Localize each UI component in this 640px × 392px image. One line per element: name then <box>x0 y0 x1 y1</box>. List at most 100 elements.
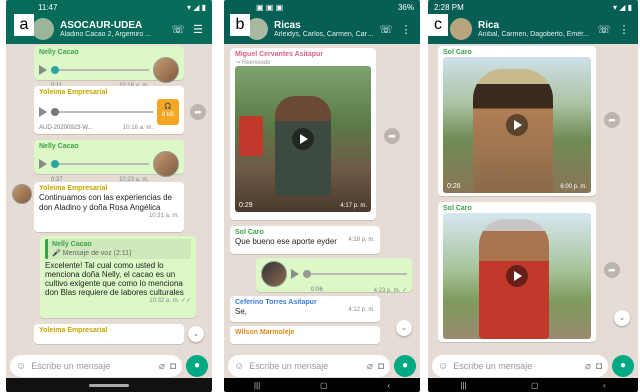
sender-name: Sol Caro <box>443 205 472 212</box>
recents-button[interactable]: ||| <box>254 381 260 390</box>
audio-file-message: Yoleima Empresarial 🎧 8 kB AUD-20200923-W… <box>34 86 184 134</box>
menu-icon[interactable]: ☰ <box>190 23 206 36</box>
audio-track[interactable] <box>303 270 407 278</box>
recents-button[interactable]: ||| <box>460 381 466 390</box>
emoji-icon[interactable]: ☺ <box>438 361 448 372</box>
video-thumbnail[interactable]: 0:26 6:00 p. m. <box>443 57 591 193</box>
message-input[interactable]: ☺ Escribe un mensaje ⌀ ◘ <box>228 355 390 377</box>
chat-area[interactable]: Miguel Cervantes Asitapur ↪ Reenviado 0:… <box>224 44 420 352</box>
group-avatar[interactable] <box>32 18 54 40</box>
play-icon[interactable] <box>39 159 47 169</box>
chat-title: Ricas <box>274 20 301 31</box>
group-avatar[interactable] <box>450 18 472 40</box>
play-video-icon[interactable] <box>292 128 314 150</box>
play-video-icon[interactable] <box>506 265 528 287</box>
video-message: Sol Caro <box>438 202 596 342</box>
panel-b: b ▣ ▣ ▣ 36% Ricas Arleidys, Carlos, Carm… <box>224 0 420 392</box>
panel-label-a: a <box>14 14 34 36</box>
attach-icon[interactable]: ⌀ <box>367 361 373 372</box>
sender-name: Nelly Cacao <box>39 49 79 56</box>
scroll-down-button[interactable]: ⌄ <box>614 310 630 326</box>
play-icon[interactable] <box>291 269 299 279</box>
scroll-down-button[interactable]: ⌄ <box>396 320 412 336</box>
chat-header[interactable]: Ricas Arleidys, Carlos, Carmen, Carmen..… <box>224 14 420 44</box>
chat-header[interactable]: Rica Anibal, Carmen, Dagoberto, Emér... … <box>428 14 638 44</box>
back-button[interactable]: ‹ <box>387 381 390 390</box>
forward-icon[interactable]: ➦ <box>190 104 206 120</box>
mic-button[interactable]: ● <box>186 355 208 377</box>
attach-icon[interactable]: ⌀ <box>159 361 165 372</box>
status-bar: 2:28 PM ▾ ◢ ▮ <box>428 0 638 14</box>
forward-icon[interactable]: ➦ <box>384 128 400 144</box>
mic-button[interactable]: ● <box>612 355 634 377</box>
red-chair <box>239 116 263 156</box>
call-add-icon[interactable]: ☏ <box>378 23 394 36</box>
back-button[interactable]: ‹ <box>603 381 606 390</box>
seek-handle[interactable] <box>51 160 59 168</box>
seek-handle[interactable] <box>51 66 59 74</box>
play-icon[interactable] <box>39 65 47 75</box>
play-icon[interactable] <box>39 107 47 117</box>
message-time: 10:31 a. m. <box>148 213 179 219</box>
quote-text: 🎤 Mensaje de voz (2:11) <box>52 250 132 257</box>
voice-message: 0:06 4:23 p. m. ✓ <box>256 258 412 294</box>
audio-filename: AUD-20200923-W... <box>39 125 93 131</box>
video-message: Sol Caro 0:26 6:00 p. m. <box>438 46 596 196</box>
home-indicator[interactable] <box>89 383 129 387</box>
home-button[interactable]: ▢ <box>531 381 539 390</box>
audio-track[interactable] <box>51 66 149 74</box>
message-text: Que bueno ese aporte eyder <box>235 237 337 246</box>
sender-name: Sol Caro <box>235 229 264 236</box>
quoted-message[interactable]: Nelly Cacao 🎤 Mensaje de voz (2:11) <box>45 239 191 259</box>
forward-icon[interactable]: ➦ <box>604 112 620 128</box>
sender-name: Yoleima Empresarial <box>39 327 108 334</box>
chat-area[interactable]: Nelly Cacao 0:11 10:16 a. m. Yoleima Emp… <box>6 44 212 352</box>
video-thumbnail[interactable] <box>443 213 591 339</box>
system-nav-bar <box>6 378 212 392</box>
chat-title: ASOCAUR-UDEA <box>60 20 143 31</box>
more-options-icon[interactable]: ⋮ <box>616 23 632 36</box>
emoji-icon[interactable]: ☺ <box>16 361 26 372</box>
message-time: 10:16 a. m. <box>122 125 153 131</box>
message-time: 4:19 p. m. <box>348 237 375 243</box>
headphones-icon: 🎧 8 kB <box>157 99 179 125</box>
input-placeholder: Escribe un mensaje <box>31 361 111 371</box>
scroll-down-button[interactable]: ⌄ <box>188 326 204 342</box>
message-input[interactable]: ☺ Escribe un mensaje ⌀ ◘ <box>10 355 182 377</box>
home-button[interactable]: ▢ <box>320 381 328 390</box>
more-options-icon[interactable]: ⋮ <box>398 23 414 36</box>
play-video-icon[interactable] <box>506 114 528 136</box>
voice-message: Nelly Cacao 0:37 10:23 a. m. <box>34 140 184 183</box>
chat-subtitle: Arleidys, Carlos, Carmen, Carmen... <box>274 31 374 38</box>
status-icons: ▣ ▣ ▣ <box>256 2 284 12</box>
sender-name: Yoleima Empresarial <box>39 185 108 192</box>
mic-button[interactable]: ● <box>394 355 416 377</box>
seek-handle[interactable] <box>51 108 59 116</box>
status-icons: ▾ ◢ ▮ <box>612 2 632 12</box>
sender-avatar[interactable] <box>12 184 32 204</box>
chat-area[interactable]: Sol Caro 0:26 6:00 p. m. ➦ Sol Caro ➦ ⌄ <box>428 44 638 352</box>
audio-track[interactable] <box>51 160 149 168</box>
chat-title: Rica <box>478 20 500 31</box>
audio-track[interactable] <box>51 108 153 116</box>
seek-handle[interactable] <box>303 270 311 278</box>
call-icon[interactable]: ☏ <box>170 23 186 36</box>
forward-icon[interactable]: ➦ <box>604 262 620 278</box>
message-input[interactable]: ☺ Escribe un mensaje ⌀ ◘ <box>432 355 608 377</box>
sender-avatar <box>153 151 179 177</box>
camera-icon[interactable]: ◘ <box>378 361 384 372</box>
chat-header[interactable]: ASOCAUR-UDEA Aladino Cacao 2, Argemiro .… <box>6 14 212 44</box>
camera-icon[interactable]: ◘ <box>170 361 176 372</box>
system-nav-bar: ||| ▢ ‹ <box>428 378 638 392</box>
forwarded-label: ↪ Reenviado <box>235 60 271 66</box>
status-bar: 11:47 ▾ ◢ ▮ <box>6 0 212 14</box>
status-time: 11:47 <box>38 2 58 12</box>
video-message: Miguel Cervantes Asitapur ↪ Reenviado 0:… <box>230 48 376 220</box>
video-thumbnail[interactable]: 0:29 4:17 p. m. <box>235 66 371 212</box>
call-add-icon[interactable]: ☏ <box>596 23 612 36</box>
emoji-icon[interactable]: ☺ <box>234 361 244 372</box>
status-time: 2:28 PM <box>434 2 464 12</box>
battery-level: 36% <box>397 2 414 12</box>
attach-icon[interactable]: ⌀ <box>585 361 591 372</box>
camera-icon[interactable]: ◘ <box>596 361 602 372</box>
